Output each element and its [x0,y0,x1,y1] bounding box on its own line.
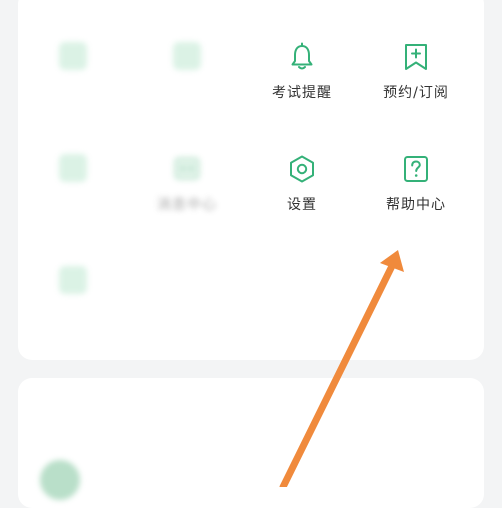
recommend-card [18,378,484,508]
blurred-icon [59,42,87,70]
question-icon [404,156,428,182]
grid-item-help-center[interactable]: 帮助中心 [361,154,471,234]
blurred-icon [173,42,201,70]
service-grid-card: 考试提醒 预约/订阅 消息中心 设置 帮助中心 [18,0,484,360]
grid-item-settings[interactable]: 设置 [247,154,357,234]
grid-item-blurred-3[interactable] [18,154,128,234]
hexagon-settings-icon [290,155,314,183]
recommend-thumbnail [40,460,80,500]
grid-item-blurred-4[interactable] [18,266,128,346]
grid-item-exam-reminder[interactable]: 考试提醒 [247,42,357,122]
blurred-icon [59,266,87,294]
grid-item-blurred-1[interactable] [18,42,128,122]
grid-item-label: 预约/订阅 [383,85,449,101]
bookmark-plus-icon [405,44,427,70]
grid-item-label: 消息中心 [157,197,217,213]
grid-item-blurred-2[interactable] [132,42,242,122]
grid-item-message-center[interactable]: 消息中心 [132,154,242,234]
blurred-icon [59,154,87,182]
bell-icon [291,42,313,70]
grid-item-label: 考试提醒 [272,85,332,101]
message-icon [174,157,200,180]
grid-item-booking-subscribe[interactable]: 预约/订阅 [361,42,471,122]
grid-item-label: 设置 [287,197,317,213]
grid-item-label: 帮助中心 [386,197,446,213]
